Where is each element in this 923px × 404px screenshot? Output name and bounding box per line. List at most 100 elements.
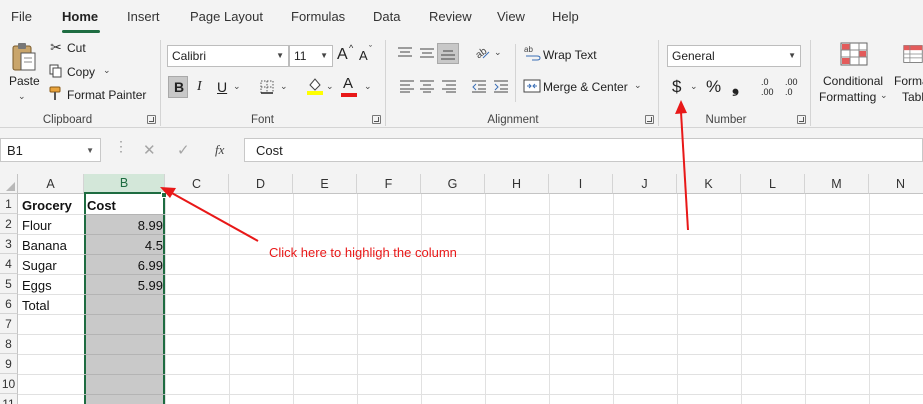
tab-page-layout[interactable]: Page Layout — [190, 9, 263, 24]
increase-decimal-button[interactable]: .0 .00 — [759, 77, 779, 99]
copy-dropdown-icon[interactable]: ⌄ — [103, 65, 111, 76]
column-header-d[interactable]: D — [229, 174, 293, 194]
row-header-10[interactable]: 10 — [0, 374, 18, 394]
column-header-k[interactable]: K — [677, 174, 741, 194]
cell-b2[interactable]: 8.99 — [86, 216, 163, 236]
middle-align-icon[interactable] — [418, 45, 436, 61]
orientation-dropdown-icon[interactable]: ⌄ — [494, 47, 502, 58]
copy-button[interactable]: Copy — [67, 65, 95, 79]
decrease-indent-icon[interactable] — [470, 78, 488, 94]
column-header-b[interactable]: B — [84, 174, 165, 194]
cell-b4[interactable]: 6.99 — [86, 256, 163, 276]
shrink-font-button[interactable]: A — [359, 48, 368, 63]
grow-font-button[interactable]: A — [337, 46, 348, 64]
tab-insert[interactable]: Insert — [127, 9, 160, 24]
tab-help[interactable]: Help — [552, 9, 579, 24]
row-header-9[interactable]: 9 — [0, 354, 18, 374]
column-header-a[interactable]: A — [18, 174, 84, 194]
formula-input[interactable]: Cost — [244, 138, 923, 162]
decrease-decimal-button[interactable]: .00 .0 — [783, 77, 803, 99]
align-center-icon[interactable] — [418, 78, 436, 94]
underline-dropdown-icon[interactable]: ⌄ — [233, 81, 241, 92]
column-header-i[interactable]: I — [549, 174, 613, 194]
row-header-5[interactable]: 5 — [0, 274, 18, 294]
cell-a5[interactable]: Eggs — [22, 276, 52, 296]
comma-style-button[interactable]: ❟ — [732, 76, 739, 97]
format-as-table-line2[interactable]: Table — [902, 90, 923, 104]
align-right-icon[interactable] — [440, 78, 458, 94]
conditional-formatting-button[interactable]: Conditional — [823, 74, 883, 88]
number-format-select[interactable]: General ▼ — [667, 45, 801, 67]
align-left-icon[interactable] — [398, 78, 416, 94]
row-header-11[interactable]: 11 — [0, 394, 18, 404]
tab-formulas[interactable]: Formulas — [291, 9, 345, 24]
orientation-icon[interactable]: ab — [472, 43, 492, 61]
row-header-7[interactable]: 7 — [0, 314, 18, 334]
tab-review[interactable]: Review — [429, 9, 472, 24]
cell-b1[interactable]: Cost — [87, 196, 116, 216]
column-header-f[interactable]: F — [357, 174, 421, 194]
tab-file[interactable]: File — [11, 9, 32, 24]
conditional-formatting-dropdown-icon[interactable]: ⌄ — [880, 90, 888, 101]
underline-button[interactable]: U — [217, 79, 227, 95]
row-header-1[interactable]: 1 — [0, 194, 18, 214]
fill-color-dropdown-icon[interactable]: ⌄ — [326, 81, 334, 92]
cell-a1[interactable]: Grocery — [22, 196, 72, 216]
currency-dropdown-icon[interactable]: ⌄ — [690, 81, 698, 92]
italic-button[interactable]: I — [197, 79, 202, 95]
row-header-2[interactable]: 2 — [0, 214, 18, 234]
column-header-n[interactable]: N — [869, 174, 923, 194]
cell-a4[interactable]: Sugar — [22, 256, 57, 276]
column-header-m[interactable]: M — [805, 174, 869, 194]
column-header-l[interactable]: L — [741, 174, 805, 194]
cell-b3[interactable]: 4.5 — [86, 236, 163, 256]
cell-a6[interactable]: Total — [22, 296, 49, 316]
tab-home[interactable]: Home — [62, 9, 98, 24]
row-header-3[interactable]: 3 — [0, 234, 18, 254]
paste-dropdown-icon[interactable]: ⌄ — [18, 91, 26, 102]
borders-dropdown-icon[interactable]: ⌄ — [280, 81, 288, 92]
column-header-c[interactable]: C — [165, 174, 229, 194]
fill-color-icon[interactable] — [306, 76, 324, 96]
cell-a3[interactable]: Banana — [22, 236, 67, 256]
font-size-select[interactable]: 11 ▼ — [289, 45, 333, 67]
percent-button[interactable]: % — [706, 77, 721, 97]
row-header-4[interactable]: 4 — [0, 254, 18, 274]
tab-view[interactable]: View — [497, 9, 525, 24]
insert-function-icon[interactable]: fx — [215, 142, 224, 158]
paste-button-label[interactable]: Paste — [9, 74, 40, 88]
wrap-text-button[interactable]: Wrap Text — [543, 48, 597, 62]
column-header-e[interactable]: E — [293, 174, 357, 194]
row-header-6[interactable]: 6 — [0, 294, 18, 314]
tab-data[interactable]: Data — [373, 9, 400, 24]
cut-button[interactable]: Cut — [67, 41, 86, 55]
currency-button[interactable]: $ — [672, 77, 681, 97]
font-name-select[interactable]: Calibri ▼ — [167, 45, 289, 67]
number-launcher-icon[interactable] — [797, 115, 806, 124]
column-header-h[interactable]: H — [485, 174, 549, 194]
font-color-dropdown-icon[interactable]: ⌄ — [364, 81, 372, 92]
enter-icon[interactable]: ✓ — [177, 141, 190, 159]
paste-icon[interactable] — [9, 40, 39, 74]
fill-handle[interactable] — [161, 192, 167, 198]
format-as-table-button[interactable]: Forma — [894, 74, 923, 88]
select-all-corner[interactable] — [0, 174, 18, 194]
merge-center-dropdown-icon[interactable]: ⌄ — [634, 80, 642, 91]
increase-indent-icon[interactable] — [492, 78, 510, 94]
font-launcher-icon[interactable] — [372, 115, 381, 124]
merge-center-button[interactable]: Merge & Center — [543, 80, 628, 94]
cell-b5[interactable]: 5.99 — [86, 276, 163, 296]
conditional-formatting-line2[interactable]: Formatting — [819, 90, 876, 104]
cancel-icon[interactable]: ✕ — [143, 141, 156, 159]
cell-a2[interactable]: Flour — [22, 216, 52, 236]
format-painter-button[interactable]: Format Painter — [67, 88, 146, 102]
column-header-g[interactable]: G — [421, 174, 485, 194]
top-align-icon[interactable] — [396, 45, 414, 61]
borders-icon[interactable] — [258, 78, 276, 96]
row-header-8[interactable]: 8 — [0, 334, 18, 354]
font-color-button[interactable]: A — [343, 75, 353, 92]
column-header-j[interactable]: J — [613, 174, 677, 194]
name-box[interactable]: B1 ▼ — [0, 138, 101, 162]
alignment-launcher-icon[interactable] — [645, 115, 654, 124]
clipboard-launcher-icon[interactable] — [147, 115, 156, 124]
